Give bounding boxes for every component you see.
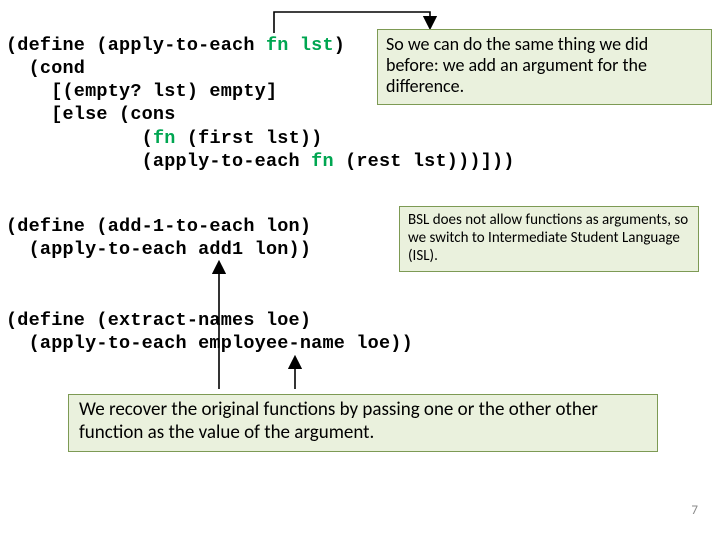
code-extract-names: (define (extract-names loe) (apply-to-ea… bbox=[6, 309, 413, 355]
page-number: 7 bbox=[691, 503, 698, 518]
callout-argument-difference: So we can do the same thing we did befor… bbox=[377, 29, 712, 105]
callout-recover: We recover the original functions by pas… bbox=[68, 394, 658, 452]
callout-isl: BSL does not allow functions as argument… bbox=[399, 206, 699, 272]
code-add1: (define (add-1-to-each lon) (apply-to-ea… bbox=[6, 215, 311, 261]
